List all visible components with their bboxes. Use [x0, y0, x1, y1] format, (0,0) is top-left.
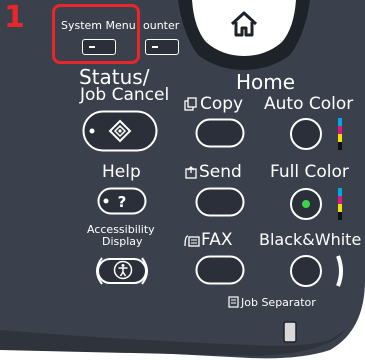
send-button[interactable]	[195, 187, 245, 217]
help-icon: ?	[118, 193, 127, 211]
full-color-led	[302, 200, 310, 208]
copy-icon	[184, 97, 197, 111]
auto-color-label: Auto Color	[264, 94, 354, 114]
display-label: Display	[102, 235, 143, 248]
home-label: Home	[236, 70, 296, 94]
copy-label: Copy	[200, 94, 244, 114]
black-white-button[interactable]	[288, 253, 348, 289]
counter-label: ounter	[143, 19, 180, 32]
step-number: 1	[4, 0, 25, 35]
status-label: Status/	[79, 65, 150, 89]
send-label: Send	[199, 162, 242, 182]
copy-button[interactable]	[195, 118, 245, 148]
full-color-label: Full Color	[270, 162, 349, 182]
system-menu-button[interactable]	[82, 39, 116, 55]
counter-button[interactable]	[145, 39, 179, 55]
accessibility-icon	[113, 260, 133, 280]
black-white-label: Black&White	[259, 230, 362, 249]
auto-color-button[interactable]	[288, 116, 348, 152]
help-button[interactable]: ?	[97, 187, 147, 215]
job-separator-label: Job Separator	[241, 296, 316, 309]
job-cancel-label: Job Cancel	[80, 85, 170, 105]
home-icon[interactable]	[229, 9, 259, 39]
job-separator-icon	[228, 296, 239, 308]
system-menu-label: System Menu	[61, 19, 136, 32]
fax-icon	[184, 235, 200, 247]
help-label: Help	[102, 162, 141, 182]
accessibility-label: Accessibility	[87, 223, 155, 236]
fax-label: FAX	[201, 230, 233, 250]
diamond-icon	[108, 119, 132, 143]
full-color-button[interactable]	[288, 186, 348, 222]
highlight-box	[52, 4, 140, 64]
fax-button[interactable]	[195, 255, 245, 285]
send-icon	[185, 166, 197, 179]
